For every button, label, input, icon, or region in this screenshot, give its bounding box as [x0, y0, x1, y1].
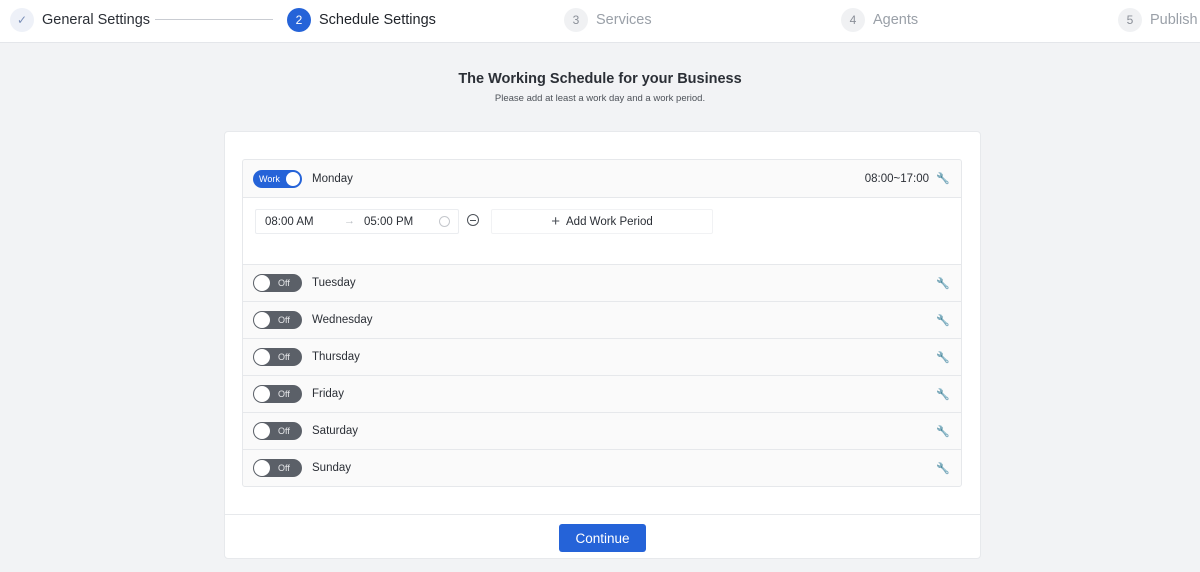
- toggle-knob: [254, 460, 270, 476]
- day-row-tuesday: Off Tuesday 🔧: [243, 264, 961, 301]
- toggle-knob: [286, 171, 300, 186]
- step-number: 2: [287, 8, 311, 32]
- toggle-knob: [254, 386, 270, 402]
- day-range: 08:00~17:00: [864, 172, 929, 185]
- step-connector: [155, 19, 273, 20]
- wrench-icon[interactable]: 🔧: [936, 314, 950, 327]
- toggle-label: Off: [278, 463, 290, 473]
- wrench-icon[interactable]: 🔧: [936, 173, 950, 185]
- card-footer: Continue: [225, 514, 980, 559]
- schedule-list: Work Monday 08:00~17:00 🔧 08:00 AM → 05:…: [242, 159, 962, 487]
- step-agents[interactable]: 4 Agents: [841, 7, 918, 33]
- day-toggle-sunday[interactable]: Off: [253, 459, 302, 477]
- schedule-card: Work Monday 08:00~17:00 🔧 08:00 AM → 05:…: [224, 131, 981, 559]
- step-label: Services: [596, 12, 652, 28]
- day-toggle-monday[interactable]: Work: [253, 169, 302, 188]
- day-row-wednesday: Off Wednesday 🔧: [243, 301, 961, 338]
- step-general-settings[interactable]: ✓ General Settings: [10, 7, 150, 33]
- step-publish[interactable]: 5 Publish: [1118, 7, 1198, 33]
- day-name: Monday: [312, 172, 353, 185]
- day-toggle-tuesday[interactable]: Off: [253, 274, 302, 292]
- wrench-icon[interactable]: 🔧: [936, 351, 950, 364]
- toggle-label: Off: [278, 426, 290, 436]
- end-time[interactable]: 05:00 PM: [364, 216, 413, 228]
- toggle-knob: [254, 312, 270, 328]
- continue-button[interactable]: Continue: [559, 524, 646, 552]
- toggle-knob: [254, 275, 270, 291]
- page-subtitle: Please add at least a work day and a wor…: [494, 93, 706, 104]
- clock-icon: [439, 216, 450, 227]
- stepper: ✓ General Settings 2 Schedule Settings 3…: [0, 0, 1200, 43]
- plus-icon: +: [551, 213, 561, 230]
- day-name: Tuesday: [312, 277, 356, 289]
- page-title: The Working Schedule for your Business: [458, 71, 742, 87]
- day-name: Thursday: [312, 351, 360, 363]
- day-toggle-wednesday[interactable]: Off: [253, 311, 302, 329]
- step-label: Agents: [873, 12, 919, 28]
- day-row-saturday: Off Saturday 🔧: [243, 412, 961, 449]
- day-row-monday: Work Monday 08:00~17:00 🔧: [243, 160, 961, 197]
- wrench-icon[interactable]: 🔧: [936, 388, 950, 401]
- toggle-label: Off: [278, 278, 290, 288]
- step-label: Schedule Settings: [319, 12, 436, 28]
- day-name: Saturday: [312, 425, 359, 437]
- day-name: Sunday: [312, 462, 352, 474]
- arrow-right-icon: →: [344, 215, 355, 227]
- toggle-label: Off: [278, 352, 290, 362]
- wrench-icon[interactable]: 🔧: [936, 462, 950, 475]
- step-schedule-settings[interactable]: 2 Schedule Settings: [287, 7, 436, 33]
- day-name: Wednesday: [312, 314, 373, 326]
- step-number: 4: [841, 8, 865, 32]
- day-row-sunday: Off Sunday 🔧: [243, 449, 961, 486]
- wrench-icon[interactable]: 🔧: [936, 277, 950, 290]
- day-name: Friday: [312, 388, 344, 400]
- toggle-label: Off: [278, 315, 290, 325]
- day-row-thursday: Off Thursday 🔧: [243, 338, 961, 375]
- toggle-label: Work: [259, 173, 280, 184]
- work-period-editor: 08:00 AM → 05:00 PM + Add Work Period: [243, 197, 961, 264]
- day-toggle-thursday[interactable]: Off: [253, 348, 302, 366]
- toggle-label: Off: [278, 389, 290, 399]
- wrench-icon[interactable]: 🔧: [936, 425, 950, 438]
- toggle-knob: [254, 349, 270, 365]
- add-work-period-label: Add Work Period: [566, 215, 653, 228]
- add-work-period-button[interactable]: + Add Work Period: [491, 209, 713, 234]
- step-label: Publish: [1150, 12, 1198, 28]
- remove-period-icon[interactable]: [467, 214, 479, 226]
- day-toggle-friday[interactable]: Off: [253, 385, 302, 403]
- step-services[interactable]: 3 Services: [564, 7, 652, 33]
- start-time[interactable]: 08:00 AM: [265, 216, 314, 228]
- day-row-friday: Off Friday 🔧: [243, 375, 961, 412]
- step-label: General Settings: [42, 12, 151, 28]
- time-range-picker[interactable]: 08:00 AM → 05:00 PM: [255, 209, 459, 234]
- step-number: 3: [564, 8, 588, 32]
- day-toggle-saturday[interactable]: Off: [253, 422, 302, 440]
- check-icon: ✓: [10, 8, 34, 32]
- step-number: 5: [1118, 8, 1142, 32]
- toggle-knob: [254, 423, 270, 439]
